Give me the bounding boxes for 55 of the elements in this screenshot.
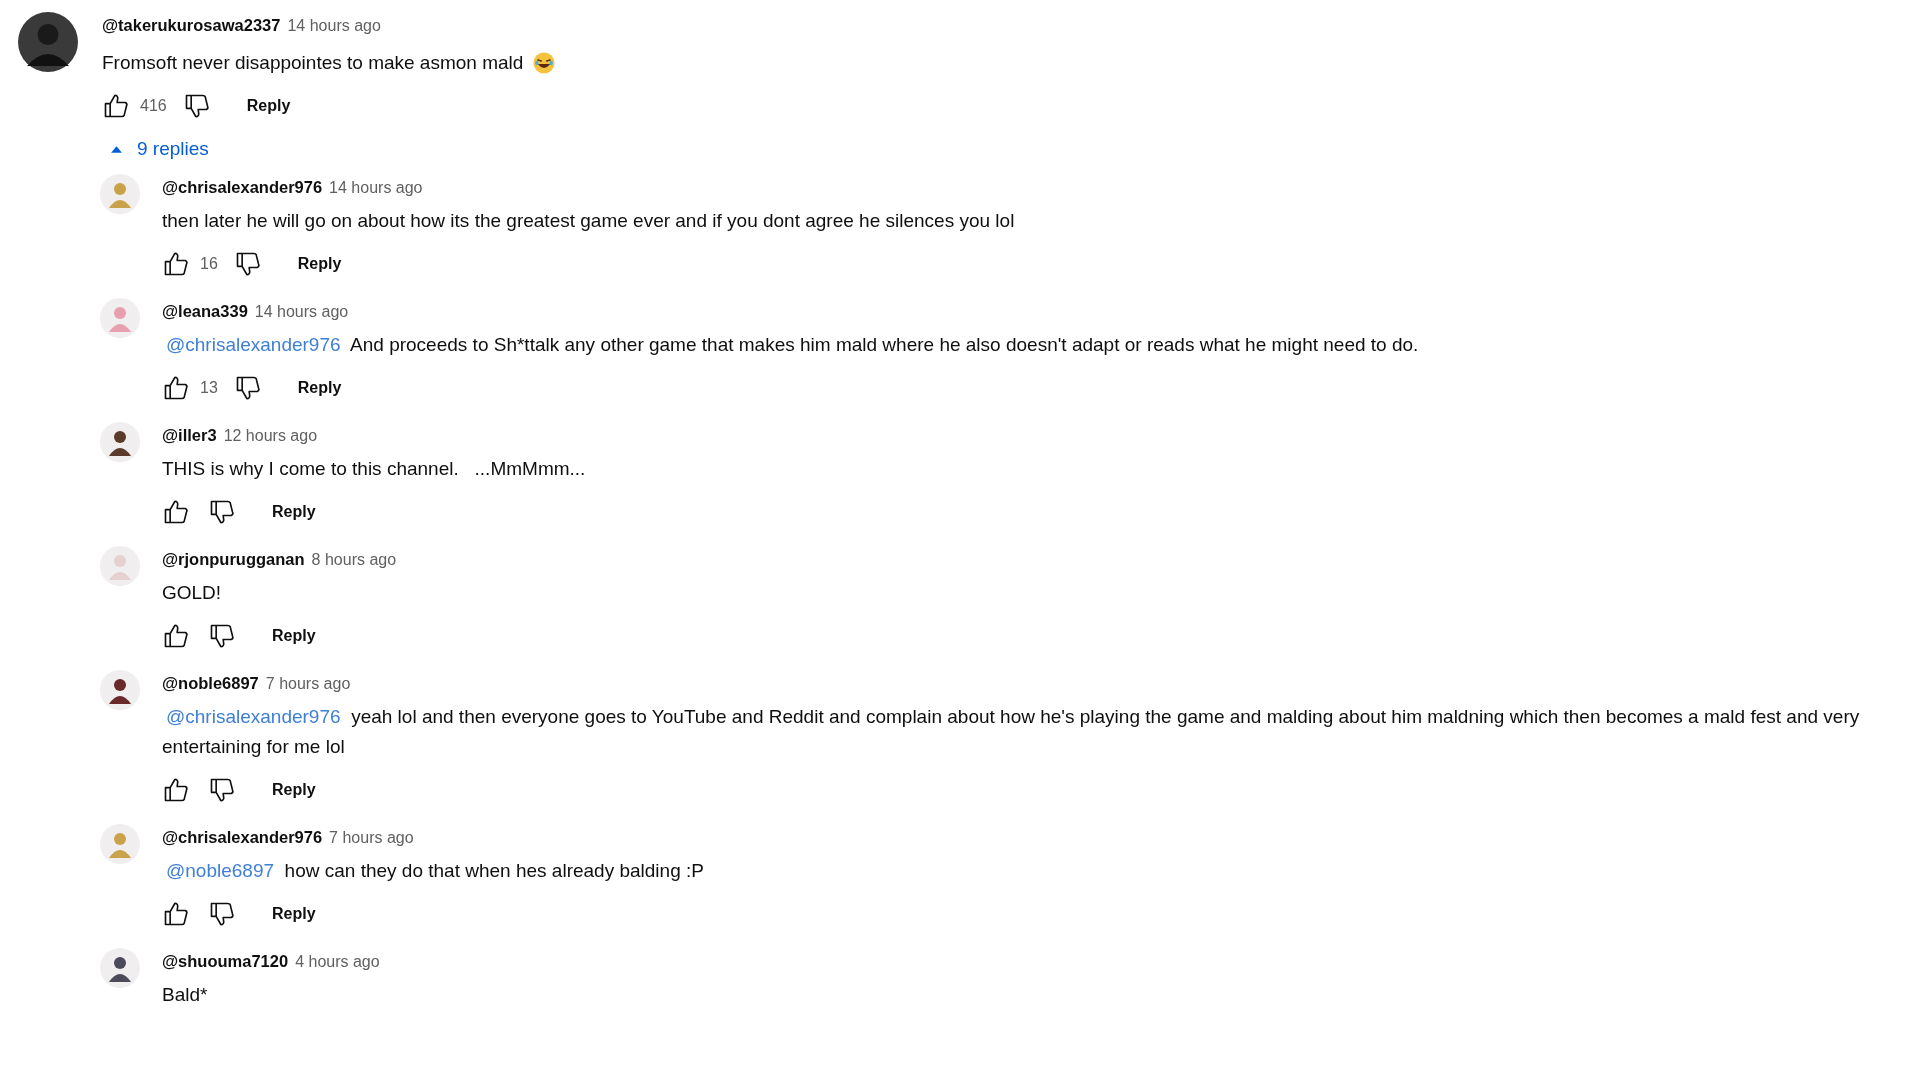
reply-button[interactable]: Reply: [260, 497, 328, 527]
comment-time[interactable]: 7 hours ago: [265, 675, 351, 693]
comment-time[interactable]: 7 hours ago: [329, 829, 414, 847]
author-name[interactable]: @shuouma7120: [162, 952, 289, 971]
mention-link[interactable]: @noble6897: [162, 860, 275, 881]
author-name[interactable]: @chrisalexander976: [162, 178, 323, 197]
author-name[interactable]: @leana339: [162, 302, 248, 321]
reply-button[interactable]: Reply: [260, 899, 328, 929]
like-count: 13: [200, 379, 218, 397]
reply-button[interactable]: Reply: [260, 621, 328, 651]
comment-text: then later he will go on about how its the greatest game ever and if you dont agree he silences you lol: [162, 209, 1016, 233]
comment-text: Fromsoft never disappointes to make asmon mald: [102, 51, 524, 75]
thumbs-up-icon[interactable]: [162, 374, 190, 402]
thumbs-down-icon[interactable]: [208, 622, 236, 650]
author-name[interactable]: @noble6897: [162, 674, 259, 693]
comment-time[interactable]: 14 hours ago: [287, 17, 381, 35]
comment-time[interactable]: 8 hours ago: [311, 551, 397, 569]
mention-link[interactable]: @chrisalexander976: [162, 706, 341, 727]
thumbs-up-icon[interactable]: [162, 622, 190, 650]
thumbs-down-icon[interactable]: [208, 498, 236, 526]
author-name[interactable]: @rjonpurugganan: [162, 550, 305, 569]
comment-text: Bald*: [162, 983, 209, 1007]
comment-text: THIS is why I come to this channel. ...MmMmm...: [162, 457, 587, 481]
comment-text: @noble6897 how can they do that when hes already balding :P: [162, 856, 1862, 886]
like-count: 416: [140, 97, 167, 115]
avatar[interactable]: [100, 422, 140, 462]
comment-text: GOLD!: [162, 581, 223, 605]
thumbs-down-icon[interactable]: [208, 900, 236, 928]
thumbs-up-icon[interactable]: [162, 498, 190, 526]
thumbs-up-icon[interactable]: [162, 250, 190, 278]
comment-time[interactable]: 14 hours ago: [254, 303, 349, 321]
caret-icon: [110, 144, 123, 154]
avatar[interactable]: [18, 12, 78, 72]
thumbs-up-icon[interactable]: [162, 776, 190, 804]
author-name[interactable]: @chrisalexander976: [162, 828, 323, 847]
avatar[interactable]: [100, 948, 140, 988]
comment-text: @chrisalexander976 And proceeds to Sh*ttalk any other game that makes him mald where he also doesn't adapt or reads what he might need to do.: [162, 330, 1862, 360]
reply-button[interactable]: Reply: [285, 249, 354, 279]
thumbs-up-icon[interactable]: [162, 900, 190, 928]
author-name[interactable]: @takerukurosawa2337: [102, 16, 281, 35]
comment-time[interactable]: 12 hours ago: [223, 427, 318, 445]
laughing-emoji-icon: [533, 52, 556, 74]
author-name[interactable]: @iller3: [162, 426, 217, 445]
replies-toggle[interactable]: 9 replies: [100, 130, 219, 168]
comment-text: @chrisalexander976 yeah lol and then everyone goes to YouTube and Reddit and complain about how he's playing the game and malding about him maldning which then becomes a mald fest and very entertaining for me lol: [162, 705, 1861, 759]
like-count: 16: [200, 255, 218, 273]
reply-button[interactable]: Reply: [234, 91, 303, 121]
comment-time[interactable]: 4 hours ago: [295, 953, 380, 971]
mention-link[interactable]: @chrisalexander976: [162, 334, 341, 355]
comment-time[interactable]: 14 hours ago: [329, 179, 423, 197]
thumbs-down-icon[interactable]: [208, 776, 236, 804]
avatar[interactable]: [100, 670, 140, 710]
reply-button[interactable]: Reply: [260, 775, 328, 805]
thumbs-up-icon[interactable]: [102, 92, 130, 120]
reply-button[interactable]: Reply: [285, 373, 354, 403]
